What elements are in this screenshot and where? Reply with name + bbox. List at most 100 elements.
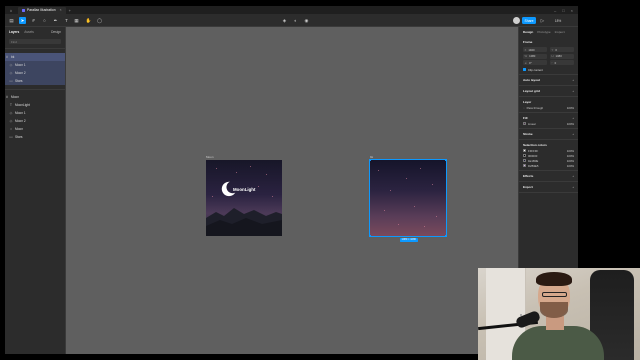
- resize-handle[interactable]: [444, 158, 447, 161]
- tab-prototype[interactable]: Prototype: [537, 30, 550, 34]
- left-panel-tabs: Layers Assets Design: [5, 27, 65, 37]
- layer-item[interactable]: ▭ Stars: [5, 76, 65, 85]
- component-icon[interactable]: ◈: [281, 17, 288, 24]
- blend-mode-value: Pass through: [526, 105, 544, 110]
- blend-mode-row[interactable]: ◌ Pass through 100%: [523, 105, 574, 110]
- radius-field[interactable]: ◜ 0: [550, 60, 574, 65]
- layer-item[interactable]: ◇ Moon 2: [5, 68, 65, 77]
- home-icon[interactable]: ⌂: [8, 7, 14, 13]
- tab-page-dropdown[interactable]: Design: [51, 30, 61, 34]
- frame-name-label[interactable]: Moon: [206, 155, 214, 159]
- tab-layers[interactable]: Layers: [9, 30, 19, 34]
- fill-opacity-value[interactable]: 100%: [567, 122, 574, 126]
- star-dot: [272, 196, 273, 197]
- layer-group-bk[interactable]: # bk: [5, 52, 65, 61]
- layer-label: MoonLight: [15, 103, 30, 107]
- frame-tool-icon[interactable]: #: [30, 17, 37, 24]
- layer-opacity-value[interactable]: 100%: [567, 106, 574, 110]
- resize-handle[interactable]: [368, 158, 371, 161]
- main-menu-icon[interactable]: ▤: [8, 17, 15, 24]
- add-effect-icon[interactable]: +: [572, 174, 574, 178]
- layers-search-input[interactable]: Find: [9, 39, 61, 44]
- y-field[interactable]: Y0: [550, 47, 574, 52]
- clip-content-checkbox[interactable]: Clip content: [523, 67, 574, 72]
- layout-grid-label: Layout grid: [523, 89, 540, 93]
- frame-icon: #: [6, 54, 8, 59]
- star-dot: [212, 196, 213, 197]
- close-tab-icon[interactable]: ×: [60, 8, 62, 12]
- present-icon[interactable]: ▷: [539, 17, 546, 24]
- add-auto-layout-icon[interactable]: +: [572, 78, 574, 82]
- color-swatch[interactable]: [523, 154, 526, 157]
- layer-group-moon[interactable]: # Moon: [5, 93, 65, 101]
- tab-inspect[interactable]: Inspect: [555, 30, 565, 34]
- moon-frame[interactable]: MoonLight: [206, 160, 282, 236]
- maximize-icon[interactable]: □: [562, 8, 564, 13]
- blend-icon: ◌: [523, 105, 525, 110]
- layer-item[interactable]: ▭ Stars: [5, 133, 65, 141]
- selection-color-row[interactable]: D2B3E5 100%: [523, 163, 574, 168]
- x-field[interactable]: X 1920: [523, 47, 547, 52]
- text-tool-icon[interactable]: T: [63, 17, 70, 24]
- mountains-graphic: [206, 208, 282, 236]
- file-tab[interactable]: Parallax Illustration ×: [18, 6, 66, 14]
- star-dot: [258, 186, 259, 187]
- rotation-field[interactable]: ∠ 0°: [523, 60, 547, 65]
- layer-item[interactable]: ◇ Moon 2: [5, 117, 65, 125]
- layer-item[interactable]: ◇ Moon 1: [5, 109, 65, 117]
- export-section: Export +: [519, 182, 578, 193]
- vector-icon: ◇: [9, 70, 13, 75]
- new-tab-icon[interactable]: +: [69, 8, 71, 13]
- star-dot: [390, 190, 391, 191]
- add-fill-icon[interactable]: +: [572, 116, 574, 120]
- add-stroke-icon[interactable]: +: [572, 132, 574, 136]
- zoom-level[interactable]: 18%: [551, 17, 565, 24]
- resize-handle[interactable]: [444, 234, 447, 237]
- minimize-icon[interactable]: –: [554, 8, 556, 13]
- layer-item[interactable]: ◇ Moon 1: [5, 60, 65, 69]
- group-icon: ▭: [9, 135, 13, 139]
- hand-tool-icon[interactable]: ✋: [85, 17, 92, 24]
- stroke-label: Stroke: [523, 132, 533, 136]
- shape-tool-icon[interactable]: ○: [41, 17, 48, 24]
- window-controls: – □ ×: [554, 8, 578, 13]
- comment-tool-icon[interactable]: ◯: [96, 17, 103, 24]
- layer-item[interactable]: ○ Moon: [5, 125, 65, 133]
- radius-value: 0: [554, 60, 557, 65]
- right-panel-tabs: Design Prototype Inspect: [519, 27, 578, 37]
- tab-assets[interactable]: Assets: [24, 30, 34, 34]
- share-button[interactable]: Share: [522, 17, 536, 24]
- moonlight-title: MoonLight: [233, 187, 256, 192]
- fill-section: Fill + Linear 100%: [519, 113, 578, 129]
- color-opacity: 100%: [566, 158, 574, 163]
- color-opacity: 100%: [566, 153, 574, 158]
- star-dot: [436, 216, 437, 217]
- boolean-icon[interactable]: ◉: [303, 17, 310, 24]
- fill-swatch[interactable]: [523, 122, 526, 125]
- w-field[interactable]: W 1080: [523, 53, 547, 59]
- star-dot: [398, 224, 399, 225]
- color-swatch[interactable]: [523, 159, 526, 162]
- color-swatch[interactable]: [523, 164, 526, 167]
- bk-frame[interactable]: [369, 159, 447, 237]
- presenter-body: [512, 326, 604, 360]
- color-swatch[interactable]: [523, 149, 526, 152]
- add-grid-icon[interactable]: +: [572, 89, 574, 93]
- add-export-icon[interactable]: +: [572, 185, 574, 189]
- resize-handle[interactable]: [368, 234, 371, 237]
- h-field[interactable]: H 1080: [550, 53, 574, 59]
- close-window-icon[interactable]: ×: [571, 8, 573, 13]
- user-avatar[interactable]: [513, 17, 520, 24]
- color-hex: 1E1B3E: [528, 158, 539, 163]
- tab-design[interactable]: Design: [523, 30, 533, 34]
- resources-tool-icon[interactable]: ▦: [73, 17, 80, 24]
- fill-row[interactable]: Linear 100%: [523, 121, 574, 126]
- move-tool-icon[interactable]: ➤: [19, 17, 26, 24]
- rotation-value: 0°: [529, 60, 532, 65]
- mask-icon[interactable]: ◐: [292, 17, 299, 24]
- layer-item[interactable]: T MoonLight: [5, 101, 65, 109]
- layer-label: bk: [11, 54, 15, 59]
- design-canvas[interactable]: Moon MoonLight bk 1080 × 1080: [66, 27, 518, 354]
- pen-tool-icon[interactable]: ✒: [52, 17, 59, 24]
- presenter-hair: [536, 272, 572, 286]
